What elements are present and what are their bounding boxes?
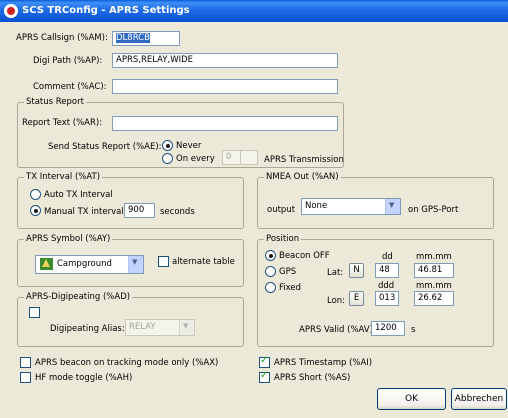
send-status-label: Send Status Report (%AE): <box>48 142 162 152</box>
lat-deg-header: dd <box>382 252 393 262</box>
fixed-radio[interactable] <box>265 282 276 293</box>
comment-input[interactable] <box>112 79 338 94</box>
digipeating-alias-value: RELAY <box>129 322 156 332</box>
callsign-input[interactable]: DL8RCB <box>112 31 180 46</box>
nmea-output-value: None <box>305 201 328 211</box>
digipath-input[interactable]: APRS,RELAY,WIDE <box>112 53 338 68</box>
hf-mode-checkbox[interactable] <box>20 372 31 383</box>
interval-count-input[interactable]: 0 <box>222 150 242 165</box>
comment-label: Comment (%AC): <box>33 82 107 92</box>
nmea-output-select[interactable]: None <box>301 198 401 215</box>
aprs-symbol-title: APRS Symbol (%AY) <box>24 234 113 244</box>
lon-label: Lon: <box>327 296 346 306</box>
on-every-label: On every <box>176 154 215 164</box>
aprs-short-label: APRS Short (%AS) <box>274 373 351 383</box>
manual-tx-label: Manual TX interval: <box>44 207 127 217</box>
digipeating-alias-label: Digipeating Alias: <box>50 324 125 334</box>
never-radio[interactable] <box>162 140 173 151</box>
nmea-suffix-label: on GPS-Port <box>408 205 459 215</box>
lon-direction-button[interactable]: E <box>349 291 364 306</box>
lat-min-header: mm.mm <box>416 252 452 262</box>
tracking-mode-label: APRS beacon on tracking mode only (%AX) <box>35 358 219 368</box>
aprs-symbol-select[interactable]: Campground <box>35 255 144 274</box>
aprs-short-checkbox[interactable] <box>259 370 270 383</box>
interval-spinner[interactable] <box>240 150 258 165</box>
beacon-off-radio[interactable] <box>265 250 276 261</box>
lat-direction-button[interactable]: N <box>349 263 364 278</box>
nmea-out-title: NMEA Out (%AN) <box>264 172 341 182</box>
fixed-label: Fixed <box>279 283 302 293</box>
aprs-valid-unit: s <box>411 325 416 335</box>
lat-minutes-input[interactable]: 46.81 <box>414 263 454 278</box>
tx-interval-title: TX Interval (%AT) <box>24 172 103 182</box>
tracking-mode-checkbox[interactable] <box>20 357 31 368</box>
aprs-digipeating-title: APRS-Digipeating (%AD) <box>24 292 133 302</box>
digipath-label: Digi Path (%AP): <box>33 56 103 66</box>
auto-tx-radio[interactable] <box>30 189 41 200</box>
tx-interval-input[interactable]: 900 <box>124 203 155 218</box>
title-bar[interactable]: SCS TRConfig - APRS Settings <box>0 0 508 22</box>
digipeating-alias-select[interactable]: RELAY <box>125 319 195 336</box>
chevron-down-icon <box>128 256 143 273</box>
nmea-output-label: output <box>267 205 296 215</box>
on-every-radio[interactable] <box>162 153 173 164</box>
beacon-off-label: Beacon OFF <box>279 251 330 261</box>
never-label: Never <box>176 141 202 151</box>
chevron-down-icon <box>179 320 194 335</box>
callsign-label: APRS Callsign (%AM): <box>16 33 108 43</box>
lon-degrees-input[interactable]: 013 <box>375 291 399 306</box>
hf-mode-label: HF mode toggle (%AH) <box>35 373 133 383</box>
ok-button[interactable]: OK <box>377 388 446 410</box>
window-title: SCS TRConfig - APRS Settings <box>22 5 190 16</box>
lon-minutes-input[interactable]: 26.62 <box>414 291 454 306</box>
gps-label: GPS <box>279 267 297 277</box>
aprs-valid-input[interactable]: 1200 <box>371 321 405 336</box>
tx-interval-unit: seconds <box>160 207 195 217</box>
alternate-table-checkbox[interactable] <box>158 256 169 267</box>
transmission-label: APRS Transmission <box>264 155 344 165</box>
lon-min-header: mm.mm <box>416 281 452 291</box>
manual-tx-radio[interactable] <box>30 205 41 216</box>
lat-label: Lat: <box>327 268 344 278</box>
alternate-table-label: alternate table <box>172 257 235 267</box>
timestamp-checkbox[interactable] <box>259 355 270 368</box>
chevron-down-icon <box>385 199 400 214</box>
aprs-valid-label: APRS Valid (%AV) <box>299 325 373 335</box>
position-title: Position <box>264 234 302 244</box>
app-icon <box>4 4 18 18</box>
report-text-label: Report Text (%AR): <box>22 118 103 128</box>
report-text-input[interactable] <box>112 116 338 131</box>
auto-tx-label: Auto TX Interval <box>44 190 113 200</box>
aprs-settings-dialog: SCS TRConfig - APRS Settings APRS Callsi… <box>0 0 508 418</box>
timestamp-label: APRS Timestamp (%AI) <box>274 358 373 368</box>
campground-icon <box>40 258 53 270</box>
digipeating-checkbox[interactable] <box>29 307 40 318</box>
gps-radio[interactable] <box>265 266 276 277</box>
aprs-symbol-value: Campground <box>57 259 112 269</box>
lon-deg-header: ddd <box>378 281 395 291</box>
lat-degrees-input[interactable]: 48 <box>375 263 399 278</box>
status-report-title: Status Report <box>24 97 86 107</box>
cancel-button[interactable]: Abbrechen <box>451 388 507 410</box>
